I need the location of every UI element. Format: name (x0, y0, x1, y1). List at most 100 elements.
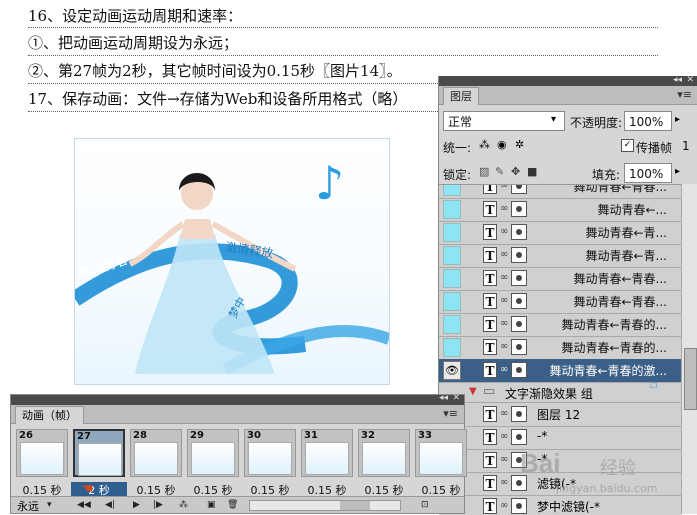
panel-header: ◂◂ ✕ (439, 75, 697, 86)
visibility-toggle[interactable] (443, 338, 461, 357)
fill-input[interactable]: 100% (624, 163, 672, 183)
close-icon[interactable]: ✕ (452, 393, 460, 403)
group-row[interactable]: ▼ ▭ 文字渐隐效果 组 (439, 382, 681, 403)
eye-icon[interactable]: 👁 (443, 361, 461, 380)
link-icon: ∞ (500, 249, 509, 260)
layer-row[interactable]: T ∞ 舞动青春←青... (439, 221, 681, 245)
link-icon: ∞ (500, 408, 509, 419)
close-icon[interactable]: ✕ (686, 75, 694, 85)
new-frame-icon[interactable]: ▣ (207, 499, 216, 511)
propagate-value: 1 (682, 139, 690, 153)
watermark-logo: Bai (520, 448, 561, 478)
scrollbar-thumb[interactable] (684, 348, 697, 410)
blend-row: 正常 ▾ 不透明度: 100% ▸ (439, 109, 697, 133)
chevron-right-icon[interactable]: ▸ (675, 114, 680, 125)
tab-bar: 图层 ▾≡ (439, 86, 697, 105)
divider (28, 111, 438, 112)
frame-33[interactable]: 33 (415, 429, 467, 477)
frame-thumbnail (362, 442, 406, 475)
lock-move-icon[interactable]: ✥ (511, 165, 520, 178)
visibility-toggle[interactable] (443, 223, 461, 242)
lock-brush-icon[interactable]: ✎ (495, 165, 504, 178)
hand-cursor-icon: ☝ (649, 374, 659, 392)
tab-animation[interactable]: 动画（帧） (15, 406, 84, 424)
layer-row[interactable]: T ∞ 舞动青春←青春... (439, 290, 681, 314)
frame-number: 33 (418, 430, 432, 441)
frame-28[interactable]: 28 (130, 429, 182, 477)
frame-31[interactable]: 31 (301, 429, 353, 477)
tween-icon[interactable]: ⁂ (179, 499, 188, 511)
visibility-toggle[interactable] (443, 200, 461, 219)
scrollbar-thumb[interactable] (340, 501, 370, 510)
unify-style-icon[interactable]: ✲ (515, 138, 524, 151)
link-icon: ∞ (500, 295, 509, 306)
layer-name: 舞动青春←青春... (573, 184, 668, 194)
panel-menu-icon[interactable]: ▾≡ (443, 407, 458, 420)
collapse-icon[interactable]: ◂◂ (673, 75, 682, 85)
text-layer-icon: T (483, 498, 497, 514)
fill-label: 填充: (592, 168, 621, 182)
layer-row-selected[interactable]: 👁 T ∞ 舞动青春←青春的激... (439, 359, 681, 383)
panel-header: ◂◂ ✕ (11, 393, 464, 405)
frame-29[interactable]: 29 (187, 429, 239, 477)
unify-visibility-icon[interactable]: ◉ (497, 138, 507, 151)
frame-number: 29 (190, 430, 204, 441)
first-frame-icon[interactable]: ◀◀ (77, 499, 91, 511)
layer-row[interactable]: T ∞ 舞动青春←青春的... (439, 336, 681, 360)
blend-mode-select[interactable]: 正常 (443, 111, 565, 131)
unify-label: 统一: (443, 141, 472, 155)
visibility-toggle[interactable] (443, 292, 461, 311)
layer-row[interactable]: T ∞ 舞动青春←... (439, 198, 681, 222)
layer-style-icon (511, 316, 527, 332)
collapse-icon[interactable]: ◂◂ (439, 393, 448, 403)
layer-name: 舞动青春←青春的... (561, 318, 668, 332)
text-layer-icon: T (483, 339, 497, 355)
lock-transparent-icon[interactable]: ▨ (479, 165, 489, 178)
opacity-input[interactable]: 100% (624, 111, 672, 131)
layer-row[interactable]: T ∞ 舞动青春←青春的... (439, 313, 681, 337)
next-frame-icon[interactable]: |▶ (153, 499, 163, 511)
layer-row[interactable]: T ∞ 舞动青春←青春... (439, 184, 681, 199)
visibility-toggle[interactable] (443, 315, 461, 334)
frame-30[interactable]: 30 (244, 429, 296, 477)
propagate-checkbox[interactable]: ✓ (621, 139, 634, 152)
layer-row[interactable]: T ∞ 图层 12 (439, 403, 681, 427)
visibility-toggle[interactable] (443, 246, 461, 265)
frame-26[interactable]: 26 (16, 429, 68, 477)
dancer-illustration: 舞动青春 激情释放 梦中 ♪ (75, 156, 389, 375)
visibility-toggle[interactable] (443, 269, 461, 288)
link-icon: ∞ (500, 500, 509, 511)
prev-frame-icon[interactable]: ◀| (105, 499, 115, 511)
panel-menu-icon[interactable]: ▾≡ (677, 88, 692, 101)
visibility-toggle[interactable] (443, 185, 461, 196)
delete-frame-icon[interactable]: 🗑 (227, 499, 238, 511)
link-icon: ∞ (500, 341, 509, 352)
text-layer-icon: T (483, 247, 497, 263)
loop-select[interactable]: 永远 (17, 498, 39, 514)
layer-row[interactable]: T ∞ 梦中滤镜(-* (439, 495, 681, 515)
play-icon[interactable]: ▶ (133, 499, 140, 511)
animation-toolbar: 永远 ▾ ◀◀ ◀| ▶ |▶ ⁂ ▣ 🗑 ⊡ (11, 496, 464, 513)
tab-layers[interactable]: 图层 (443, 87, 479, 105)
chevron-down-icon[interactable]: ▼ (469, 386, 477, 397)
layer-style-icon (511, 270, 527, 286)
text-layer-icon: T (483, 224, 497, 240)
frame-thumbnail (134, 442, 178, 475)
unify-position-icon[interactable]: ⁂ (479, 138, 490, 151)
layer-style-icon (511, 293, 527, 309)
frame-scrollbar[interactable] (249, 500, 401, 511)
frame-32[interactable]: 32 (358, 429, 410, 477)
layers-scrollbar[interactable] (681, 184, 697, 514)
layer-row[interactable]: T ∞ 舞动青春←青春... (439, 267, 681, 291)
frame-27[interactable]: 27 (73, 429, 125, 477)
chevron-down-icon: ▾ (551, 114, 557, 125)
chevron-right-icon[interactable]: ▸ (675, 166, 680, 177)
frame-thumbnail (78, 443, 122, 476)
lock-all-icon[interactable]: ■ (527, 165, 537, 178)
layer-list: T ∞ 舞动青春←青春... T ∞ 舞动青春←... T ∞ 舞动青春←青..… (439, 184, 682, 515)
layer-row[interactable]: T ∞ 舞动青春←青... (439, 244, 681, 268)
timeline-toggle-icon[interactable]: ⊡ (421, 499, 429, 511)
chevron-down-icon[interactable]: ▾ (47, 499, 52, 511)
layer-row[interactable]: T ∞ -* (439, 426, 681, 450)
layer-style-icon (511, 429, 527, 445)
